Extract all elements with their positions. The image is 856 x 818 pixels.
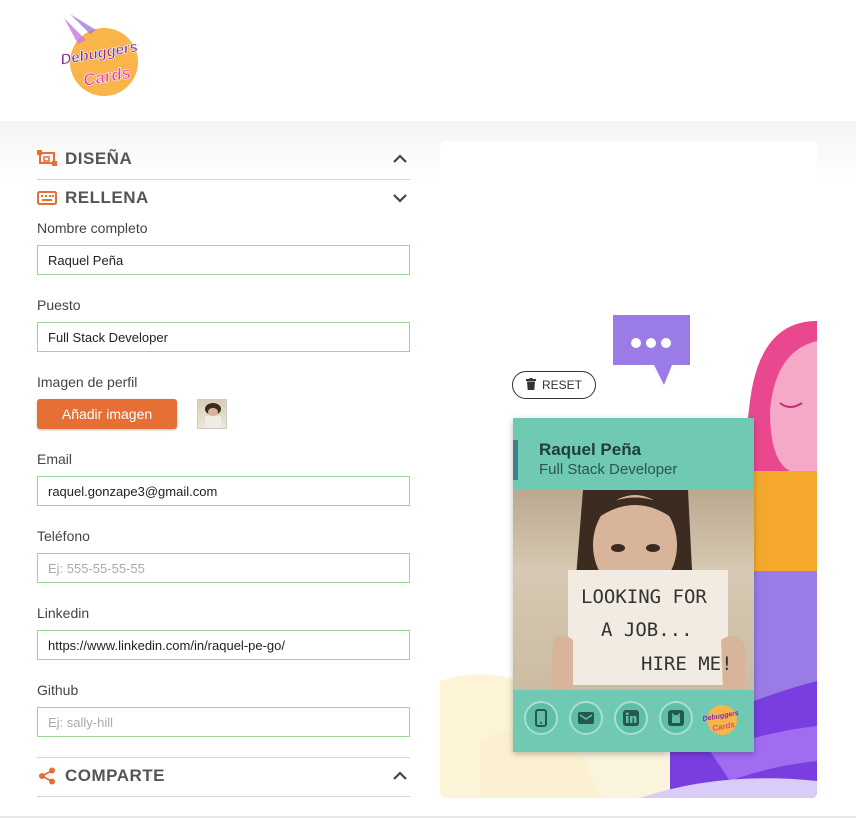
reset-label: RESET [541, 378, 582, 392]
card-job-title: Full Stack Developer [539, 461, 678, 478]
profile-image-thumbnail [197, 399, 227, 429]
linkedin-input[interactable] [37, 630, 410, 660]
email-label: Email [37, 451, 73, 467]
job-input[interactable] [37, 322, 410, 352]
email-input[interactable] [37, 476, 410, 506]
keyboard-icon [37, 188, 57, 208]
fill-section-header[interactable]: RELLENA [37, 179, 410, 217]
github-input[interactable] [37, 707, 410, 737]
fill-section-title: RELLENA [65, 188, 149, 207]
add-image-button[interactable]: Añadir imagen [37, 399, 177, 429]
speech-bubble-icon [613, 315, 690, 385]
sign-line-3: HIRE ME! [641, 653, 733, 675]
reset-button[interactable]: RESET [512, 371, 596, 399]
github-label: Github [37, 682, 79, 698]
card-header: Raquel Peña Full Stack Developer [513, 418, 754, 490]
name-label: Nombre completo [37, 220, 148, 236]
chevron-up-icon[interactable] [390, 149, 410, 169]
layout-icon [37, 149, 57, 169]
chevron-up-icon[interactable] [390, 766, 410, 786]
design-section-header[interactable]: DISEÑA [37, 140, 410, 178]
name-input[interactable] [37, 245, 410, 275]
trash-icon [525, 377, 536, 393]
linkedin-label: Linkedin [37, 605, 90, 621]
card-accent-bar [513, 440, 518, 480]
design-section-title: DISEÑA [65, 149, 133, 168]
phone-label: Teléfono [37, 528, 90, 544]
phone-input[interactable] [37, 553, 410, 583]
email-icon[interactable] [569, 701, 603, 735]
share-icon [37, 766, 57, 786]
sign-line-1: LOOKING FOR [581, 586, 707, 608]
mobile-icon[interactable] [524, 701, 558, 735]
divider [37, 796, 410, 797]
job-label: Puesto [37, 297, 81, 313]
debuggers-cards-logo[interactable]: Debuggers Cards [56, 10, 148, 98]
card-profile-photo: LOOKING FOR A JOB... HIRE ME! [513, 490, 754, 690]
card-social-bar: Debuggers Cards [513, 690, 754, 752]
header: Debuggers Cards [0, 0, 856, 121]
share-section-title: COMPARTE [65, 766, 166, 785]
card-name: Raquel Peña [539, 440, 642, 459]
debuggers-cards-mini-logo: Debuggers Cards [702, 705, 739, 735]
profile-card: Raquel Peña Full Stack Developer LOOKING… [513, 418, 754, 752]
share-section-header[interactable]: COMPARTE [37, 757, 410, 795]
github-icon[interactable] [659, 701, 693, 735]
linkedin-icon[interactable] [614, 701, 648, 735]
sign-line-2: A JOB... [601, 619, 693, 641]
chevron-down-icon[interactable] [390, 188, 410, 208]
image-label: Imagen de perfil [37, 374, 138, 390]
